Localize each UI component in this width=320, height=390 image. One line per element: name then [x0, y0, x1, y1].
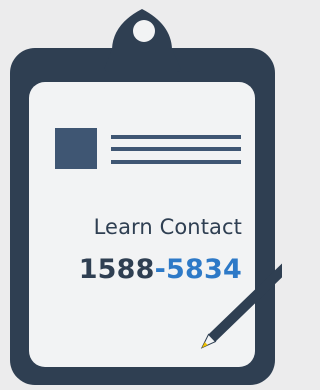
clip-hole [133, 20, 155, 42]
text-line-3 [111, 160, 241, 164]
text-line-1 [111, 135, 241, 139]
phone-separator: - [154, 254, 167, 285]
contact-label: Learn Contact [93, 215, 242, 239]
phone-suffix: 5834 [166, 254, 242, 285]
text-line-2 [111, 147, 241, 151]
image-placeholder-icon [55, 128, 97, 169]
clipboard-illustration [0, 0, 282, 390]
phone-prefix: 1588 [78, 254, 155, 285]
phone-number: 1588-5834 [30, 253, 242, 287]
